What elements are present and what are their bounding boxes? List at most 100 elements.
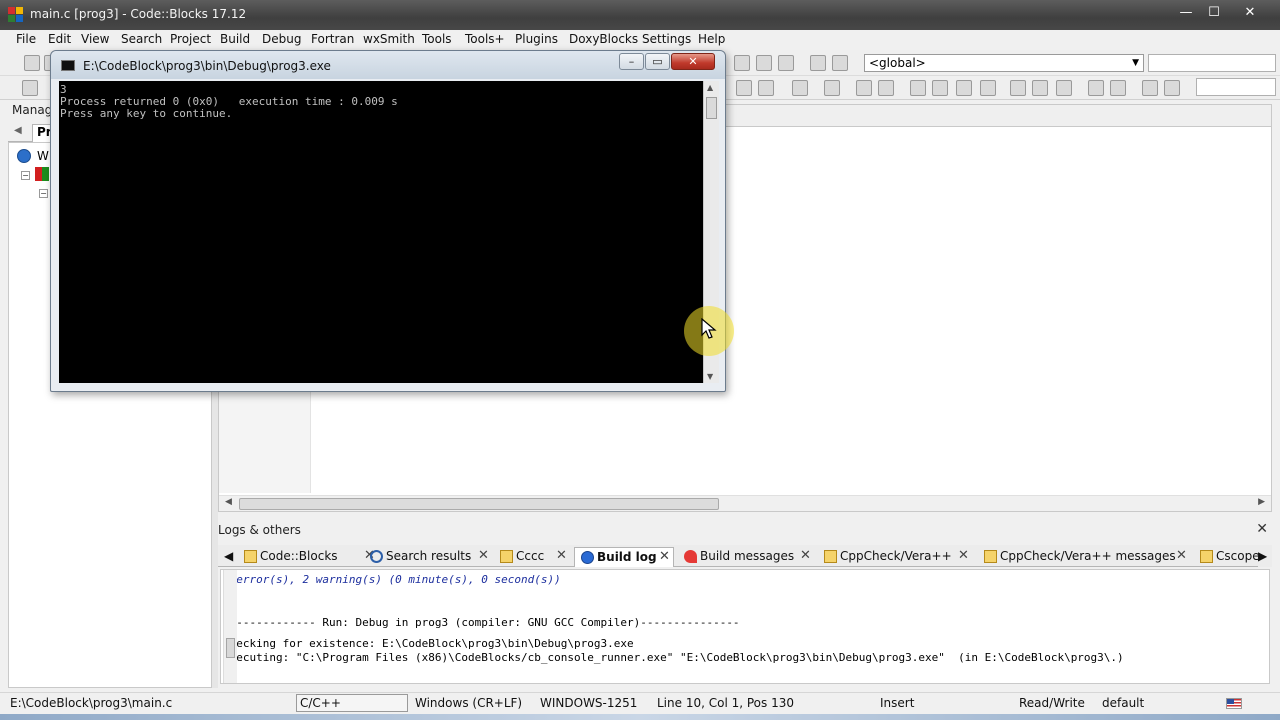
tab-cscope[interactable]: Cscope bbox=[1194, 547, 1266, 567]
status-bar: E:\CodeBlock\prog3\main.c C/C++ Windows … bbox=[0, 692, 1280, 714]
menu-fortran[interactable]: Fortran bbox=[311, 32, 354, 46]
refresh-icon[interactable] bbox=[1164, 80, 1180, 96]
menu-build[interactable]: Build bbox=[220, 32, 250, 46]
console-window[interactable]: E:\CodeBlock\prog3\bin\Debug\prog3.exe –… bbox=[50, 50, 726, 392]
menu-view[interactable]: View bbox=[81, 32, 109, 46]
scrollbar-thumb[interactable] bbox=[706, 97, 717, 119]
zoom-out-icon[interactable] bbox=[1110, 80, 1126, 96]
tab-build-log[interactable]: Build log ✕ bbox=[574, 547, 674, 567]
scroll-down-icon[interactable]: ▼ bbox=[707, 372, 713, 381]
console-minimize-button[interactable]: – bbox=[619, 53, 644, 70]
tabs-scroll-left-icon[interactable]: ◀ bbox=[218, 547, 233, 567]
back-arrow-icon[interactable] bbox=[22, 80, 38, 96]
console-close-button[interactable]: ✕ bbox=[671, 53, 715, 70]
dollar-icon[interactable] bbox=[1142, 80, 1158, 96]
logs-close-icon[interactable]: ✕ bbox=[1256, 521, 1268, 537]
menu-debug[interactable]: Debug bbox=[262, 32, 301, 46]
toolbar-search-input[interactable] bbox=[1196, 78, 1276, 96]
block-icon[interactable] bbox=[956, 80, 972, 96]
block-icon[interactable] bbox=[910, 80, 926, 96]
menu-plugins[interactable]: Plugins bbox=[515, 32, 558, 46]
mail-icon[interactable] bbox=[856, 80, 872, 96]
build-log-output[interactable]: 0 error(s), 2 warning(s) (0 minute(s), 0… bbox=[220, 569, 1270, 684]
block-icon[interactable] bbox=[980, 80, 996, 96]
info-icon[interactable] bbox=[832, 55, 848, 71]
maximize-button[interactable]: ☐ bbox=[1196, 2, 1232, 24]
tab-cccc[interactable]: Cccc ✕ bbox=[494, 547, 570, 567]
collapse-icon[interactable]: − bbox=[39, 189, 48, 198]
scroll-right-icon[interactable]: ▶ bbox=[1258, 497, 1265, 507]
close-button[interactable]: ✕ bbox=[1232, 2, 1268, 24]
menu-tools-plus[interactable]: Tools+ bbox=[465, 32, 505, 46]
close-tab-icon[interactable]: ✕ bbox=[800, 547, 811, 565]
pencil-icon bbox=[244, 550, 257, 563]
close-tab-icon[interactable]: ✕ bbox=[958, 547, 969, 565]
close-tab-icon[interactable]: ✕ bbox=[478, 547, 489, 565]
shape-icon[interactable] bbox=[824, 80, 840, 96]
block-icon[interactable] bbox=[932, 80, 948, 96]
log-vertical-scrollbar[interactable] bbox=[223, 570, 237, 683]
collapse-icon[interactable]: − bbox=[21, 171, 30, 180]
stop-icon[interactable] bbox=[778, 55, 794, 71]
logs-tabs: ◀ Code::Blocks ✕ Search results ✕ Cccc ✕… bbox=[218, 545, 1272, 567]
debug-step-icon[interactable] bbox=[734, 55, 750, 71]
tab-label: Build log bbox=[597, 550, 657, 564]
mouse-pointer-icon bbox=[701, 318, 717, 339]
pause-icon[interactable] bbox=[756, 55, 772, 71]
menu-wxsmith[interactable]: wxSmith bbox=[363, 32, 415, 46]
tabs-scroll-right-icon[interactable]: ▶ bbox=[1258, 547, 1272, 567]
tab-scroll-left-icon[interactable]: ◀ bbox=[14, 125, 22, 136]
status-line-endings: Windows (CR+LF) bbox=[415, 696, 523, 710]
new-file-icon[interactable] bbox=[24, 55, 40, 71]
zoom-in-icon[interactable] bbox=[1088, 80, 1104, 96]
tab-label: Cccc bbox=[516, 549, 545, 563]
menu-bar: File Edit View Search Project Build Debu… bbox=[0, 30, 1280, 50]
log-line: Executing: "C:\Program Files (x86)\CodeB… bbox=[223, 651, 1124, 664]
tab-label: CppCheck/Vera++ messages bbox=[1000, 549, 1176, 563]
scope-select[interactable]: <global> ▼ bbox=[864, 54, 1144, 72]
console-line: Press any key to continue. bbox=[60, 107, 233, 120]
console-maximize-button[interactable]: ▭ bbox=[645, 53, 670, 70]
console-title: E:\CodeBlock\prog3\bin\Debug\prog3.exe bbox=[83, 59, 331, 73]
tab-cppcheck-vera[interactable]: CppCheck/Vera++ ✕ bbox=[818, 547, 974, 567]
tab-label: Search results bbox=[386, 549, 472, 563]
console-title-bar[interactable]: E:\CodeBlock\prog3\bin\Debug\prog3.exe –… bbox=[51, 51, 725, 79]
menu-project[interactable]: Project bbox=[170, 32, 211, 46]
log-line: -------------- Run: Debug in prog3 (comp… bbox=[223, 616, 740, 629]
scroll-left-icon[interactable]: ◀ bbox=[225, 497, 232, 507]
editor-horizontal-scrollbar[interactable]: ◀ ▶ bbox=[219, 495, 1271, 511]
frame-icon[interactable] bbox=[1056, 80, 1072, 96]
menu-file[interactable]: File bbox=[16, 32, 36, 46]
symbol-select[interactable] bbox=[1148, 54, 1276, 72]
close-tab-icon[interactable]: ✕ bbox=[659, 548, 670, 566]
scrollbar-thumb[interactable] bbox=[239, 498, 719, 510]
menu-edit[interactable]: Edit bbox=[48, 32, 71, 46]
menu-help[interactable]: Help bbox=[698, 32, 725, 46]
menu-settings[interactable]: Settings bbox=[642, 32, 691, 46]
debug-window-icon[interactable] bbox=[810, 55, 826, 71]
menu-search[interactable]: Search bbox=[121, 32, 162, 46]
close-tab-icon[interactable]: ✕ bbox=[1176, 547, 1187, 565]
status-access: Read/Write bbox=[1019, 696, 1085, 710]
menu-doxyblocks[interactable]: DoxyBlocks bbox=[569, 32, 638, 46]
close-tab-icon[interactable]: ✕ bbox=[556, 547, 567, 565]
workspace-label[interactable]: W bbox=[37, 149, 49, 163]
tab-build-messages[interactable]: Build messages ✕ bbox=[678, 547, 814, 567]
regex-icon[interactable] bbox=[758, 80, 774, 96]
menu-tools[interactable]: Tools bbox=[422, 32, 452, 46]
frame-icon[interactable] bbox=[1010, 80, 1026, 96]
image-icon[interactable] bbox=[878, 80, 894, 96]
scrollbar-thumb[interactable] bbox=[226, 638, 235, 658]
frame-icon[interactable] bbox=[1032, 80, 1048, 96]
workspace-icon bbox=[17, 149, 31, 163]
tab-search-results[interactable]: Search results ✕ bbox=[364, 547, 512, 567]
tab-cppcheck-vera-messages[interactable]: CppCheck/Vera++ messages ✕ bbox=[978, 547, 1192, 567]
select-pointer-icon[interactable] bbox=[792, 80, 808, 96]
scroll-up-icon[interactable]: ▲ bbox=[707, 83, 713, 92]
tab-label: Build messages bbox=[700, 549, 795, 563]
keyboard-layout-flag-icon[interactable] bbox=[1226, 698, 1242, 709]
match-case-icon[interactable] bbox=[736, 80, 752, 96]
pencil-icon bbox=[984, 550, 997, 563]
pencil-icon bbox=[824, 550, 837, 563]
console-output[interactable]: 3 Process returned 0 (0x0) execution tim… bbox=[59, 81, 703, 383]
